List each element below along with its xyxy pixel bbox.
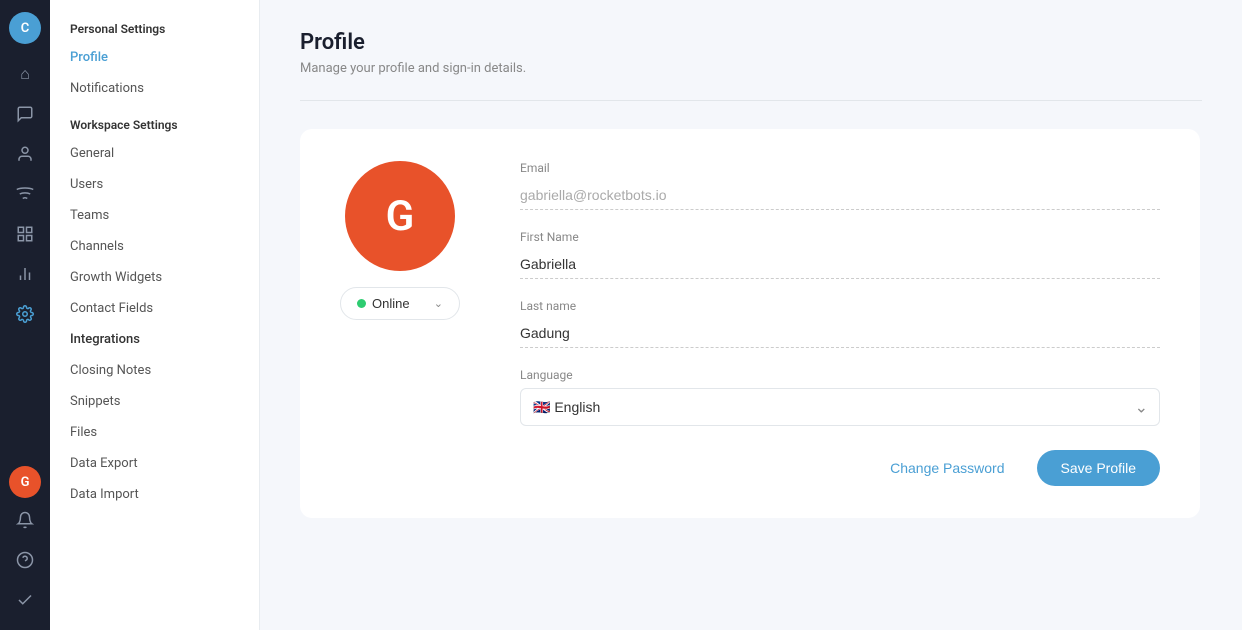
top-avatar[interactable]: C [9, 12, 41, 44]
sidebar-item-integrations[interactable]: Integrations [50, 324, 259, 355]
home-icon[interactable]: ⌂ [7, 56, 43, 92]
sidebar-item-snippets[interactable]: Snippets [50, 386, 259, 417]
sidebar-item-growth-widgets[interactable]: Growth Widgets [50, 262, 259, 293]
last-name-label: Last name [520, 299, 1160, 313]
sidebar-item-notifications[interactable]: Notifications [50, 73, 259, 104]
gear-icon[interactable] [7, 296, 43, 332]
contacts-icon[interactable] [7, 136, 43, 172]
last-name-field[interactable] [520, 319, 1160, 348]
left-nav: Personal Settings Profile Notifications … [50, 0, 260, 630]
profile-card: G Online ⌄ Email First Name Last name [300, 129, 1200, 518]
email-group: Email [520, 161, 1160, 210]
help-icon[interactable] [7, 542, 43, 578]
team-icon[interactable] [7, 216, 43, 252]
sidebar-item-general[interactable]: General [50, 138, 259, 169]
action-row: Change Password Save Profile [520, 450, 1160, 486]
bell-icon[interactable] [7, 502, 43, 538]
sidebar-item-channels[interactable]: Channels [50, 231, 259, 262]
avatar-area: G Online ⌄ [340, 161, 460, 320]
sidebar-item-data-import[interactable]: Data Import [50, 479, 259, 510]
page-title: Profile [300, 30, 1202, 55]
sidebar-item-closing-notes[interactable]: Closing Notes [50, 355, 259, 386]
first-name-field[interactable] [520, 250, 1160, 279]
language-select-wrapper: 🇬🇧 English 🇮🇩 Bahasa Indonesia 🇨🇳 Chines… [520, 388, 1160, 426]
status-label: Online [372, 296, 410, 311]
chat-icon[interactable] [7, 96, 43, 132]
last-name-group: Last name [520, 299, 1160, 348]
personal-settings-title: Personal Settings [50, 16, 259, 42]
sidebar-item-files[interactable]: Files [50, 417, 259, 448]
status-dot [357, 299, 366, 308]
main-content: Profile Manage your profile and sign-in … [260, 0, 1242, 630]
language-group: Language 🇬🇧 English 🇮🇩 Bahasa Indonesia … [520, 368, 1160, 426]
avatar: G [345, 161, 455, 271]
workspace-settings-title: Workspace Settings [50, 112, 259, 138]
change-password-button[interactable]: Change Password [874, 450, 1020, 486]
status-dropdown[interactable]: Online ⌄ [340, 287, 460, 320]
checkmark-icon[interactable] [7, 582, 43, 618]
first-name-group: First Name [520, 230, 1160, 279]
icon-sidebar: C ⌂ G [0, 0, 50, 630]
sidebar-item-contact-fields[interactable]: Contact Fields [50, 293, 259, 324]
sidebar-item-profile[interactable]: Profile [50, 42, 259, 73]
divider [300, 100, 1202, 101]
chevron-down-icon: ⌄ [434, 297, 443, 310]
form-area: Email First Name Last name Language 🇬🇧 E… [520, 161, 1160, 486]
user-avatar[interactable]: G [9, 466, 41, 498]
email-label: Email [520, 161, 1160, 175]
signal-icon[interactable] [7, 176, 43, 212]
first-name-label: First Name [520, 230, 1160, 244]
email-field[interactable] [520, 181, 1160, 210]
page-subtitle: Manage your profile and sign-in details. [300, 61, 1202, 76]
save-profile-button[interactable]: Save Profile [1037, 450, 1160, 486]
sidebar-item-users[interactable]: Users [50, 169, 259, 200]
sidebar-item-teams[interactable]: Teams [50, 200, 259, 231]
language-select[interactable]: 🇬🇧 English 🇮🇩 Bahasa Indonesia 🇨🇳 Chines… [520, 388, 1160, 426]
language-label: Language [520, 368, 1160, 382]
chart-icon[interactable] [7, 256, 43, 292]
sidebar-item-data-export[interactable]: Data Export [50, 448, 259, 479]
